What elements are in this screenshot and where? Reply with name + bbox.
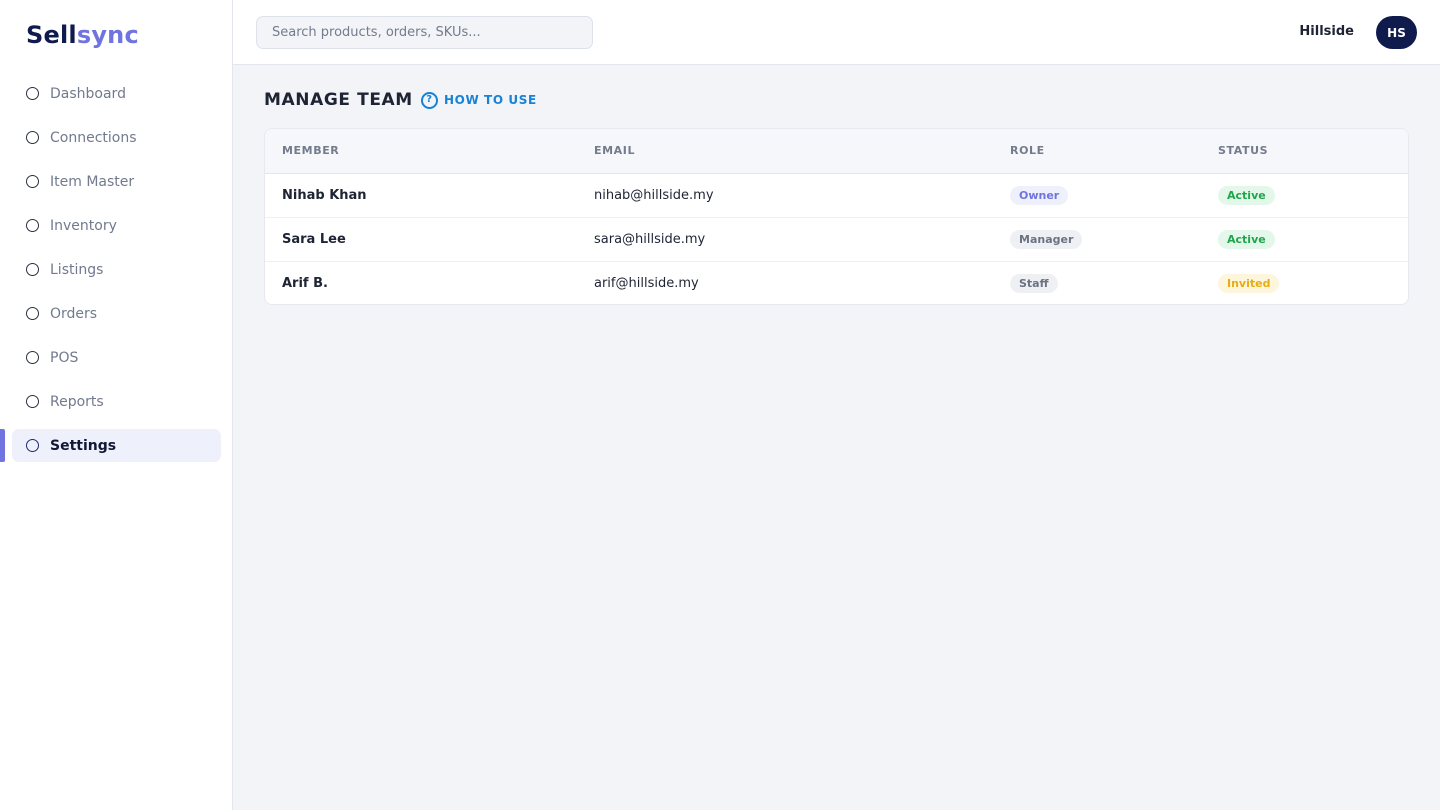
member-name: Sara Lee bbox=[265, 216, 577, 261]
member-email: arif@hillside.my bbox=[577, 260, 993, 304]
sidebar-item-item-master[interactable]: Item Master bbox=[12, 165, 221, 198]
status-badge: Active bbox=[1218, 185, 1275, 205]
sidebar-item-label: Connections bbox=[50, 129, 137, 146]
member-name: Nihab Khan bbox=[282, 187, 367, 203]
sidebar-item-label: Item Master bbox=[50, 173, 135, 190]
status-badge: Active bbox=[1218, 229, 1275, 249]
circle-icon bbox=[26, 131, 39, 144]
circle-icon bbox=[26, 263, 39, 276]
team-table: MEMBER EMAIL ROLE STATUS Nihab Khan niha… bbox=[265, 129, 1408, 304]
table-row[interactable]: Nihab Khan nihab@hillside.my Owner Activ… bbox=[265, 173, 1408, 217]
circle-icon bbox=[26, 87, 39, 100]
circle-icon bbox=[26, 307, 39, 320]
member-name: Arif B. bbox=[265, 260, 577, 304]
top-header: Hillside HS bbox=[233, 0, 1440, 65]
brand-logo[interactable]: Sellsync bbox=[26, 21, 139, 49]
sidebar-item-label: Dashboard bbox=[50, 85, 126, 102]
team-table-card: MEMBER EMAIL ROLE STATUS Nihab Khan niha… bbox=[264, 128, 1409, 305]
page-title: MANAGE TEAM bbox=[264, 90, 413, 110]
status-badge: Invited bbox=[1218, 273, 1280, 293]
sidebar-item-label: Reports bbox=[50, 393, 104, 410]
sidebar-item-pos[interactable]: POS bbox=[12, 341, 221, 374]
sidebar-item-label: Orders bbox=[50, 305, 98, 322]
sidebar-item-settings[interactable]: Settings bbox=[0, 429, 221, 462]
sidebar-item-reports[interactable]: Reports bbox=[12, 385, 221, 418]
status-cell: Active bbox=[1201, 173, 1408, 217]
sidebar-item-label: Inventory bbox=[50, 217, 117, 234]
circle-icon bbox=[26, 439, 39, 452]
sidebar-nav: Dashboard Connections Item Master Invent… bbox=[0, 77, 233, 473]
column-header-status[interactable]: STATUS bbox=[1201, 129, 1408, 174]
store-name[interactable]: Hillside bbox=[1299, 24, 1354, 39]
role-cell: Manager bbox=[993, 216, 1201, 261]
brand-name-part2: sync bbox=[76, 21, 139, 49]
circle-icon bbox=[26, 395, 39, 408]
sidebar-item-inventory[interactable]: Inventory bbox=[12, 209, 221, 242]
sidebar: Sellsync Dashboard Connections Item Mast… bbox=[0, 0, 233, 810]
sidebar-item-label: Settings bbox=[50, 437, 117, 454]
circle-icon bbox=[26, 219, 39, 232]
app-root: Sellsync Dashboard Connections Item Mast… bbox=[0, 0, 1440, 810]
role-cell: Staff bbox=[993, 260, 1201, 304]
sidebar-item-label: Listings bbox=[50, 261, 104, 278]
sidebar-item-label: POS bbox=[50, 349, 79, 366]
help-circle-icon: ? bbox=[421, 91, 438, 109]
circle-icon bbox=[26, 351, 39, 364]
role-cell: Owner bbox=[993, 173, 1201, 217]
avatar[interactable]: HS bbox=[1376, 16, 1417, 49]
table-header-row: MEMBER EMAIL ROLE STATUS bbox=[265, 129, 1408, 174]
sidebar-item-orders[interactable]: Orders bbox=[12, 297, 221, 330]
brand-name-part1: Sell bbox=[26, 21, 77, 49]
table-row[interactable]: Arif B. arif@hillside.my Staff Invited bbox=[265, 260, 1408, 304]
status-cell: Invited bbox=[1201, 260, 1408, 304]
table-row[interactable]: Sara Lee sara@hillside.my Manager Active bbox=[265, 216, 1408, 261]
column-header-role[interactable]: ROLE bbox=[993, 129, 1201, 174]
role-badge: Owner bbox=[1010, 185, 1069, 205]
how-to-use-label: HOW TO USE bbox=[444, 93, 537, 107]
sidebar-item-listings[interactable]: Listings bbox=[12, 253, 221, 286]
sidebar-item-connections[interactable]: Connections bbox=[12, 121, 221, 154]
main-content: MANAGE TEAM ? HOW TO USE MEMBER EMAIL RO… bbox=[233, 65, 1440, 810]
role-badge: Staff bbox=[1010, 273, 1058, 293]
member-email: nihab@hillside.my bbox=[594, 187, 714, 203]
member-email: sara@hillside.my bbox=[577, 216, 993, 261]
column-header-member[interactable]: MEMBER bbox=[265, 129, 577, 174]
column-header-email[interactable]: EMAIL bbox=[577, 129, 993, 174]
status-cell: Active bbox=[1201, 216, 1408, 261]
search-input[interactable] bbox=[256, 16, 593, 49]
sidebar-item-dashboard[interactable]: Dashboard bbox=[12, 77, 221, 110]
circle-icon bbox=[26, 175, 39, 188]
how-to-use-link[interactable]: ? HOW TO USE bbox=[421, 90, 537, 110]
role-badge: Manager bbox=[1010, 229, 1083, 249]
